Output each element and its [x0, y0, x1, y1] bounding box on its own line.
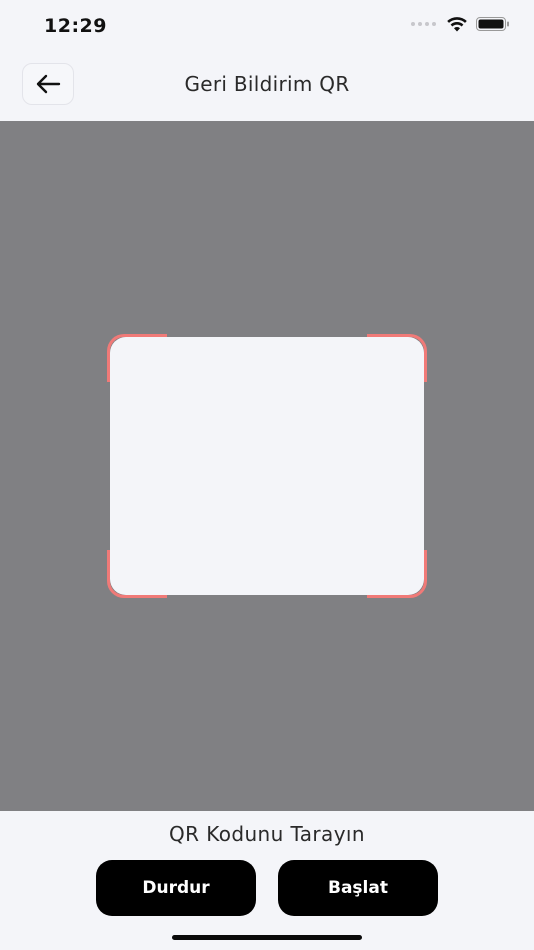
status-bar: 12:29 [0, 0, 534, 56]
page-title: Geri Bildirim QR [184, 72, 350, 96]
header: Geri Bildirim QR [0, 56, 534, 120]
stop-button[interactable]: Durdur [96, 860, 256, 916]
wifi-icon [447, 17, 467, 32]
home-indicator[interactable] [172, 935, 362, 940]
camera-preview [0, 121, 534, 811]
scan-frame-corner-top-left [107, 334, 167, 382]
scan-frame-corner-bottom-right [367, 550, 427, 598]
status-time: 12:29 [44, 15, 107, 37]
signal-dots-icon [411, 22, 436, 26]
start-button[interactable]: Başlat [278, 860, 438, 916]
status-icons [411, 16, 510, 32]
battery-icon [476, 17, 509, 31]
scan-instruction: QR Kodunu Tarayın [169, 822, 365, 846]
scan-frame-corner-top-right [367, 334, 427, 382]
scan-frame-corner-bottom-left [107, 550, 167, 598]
